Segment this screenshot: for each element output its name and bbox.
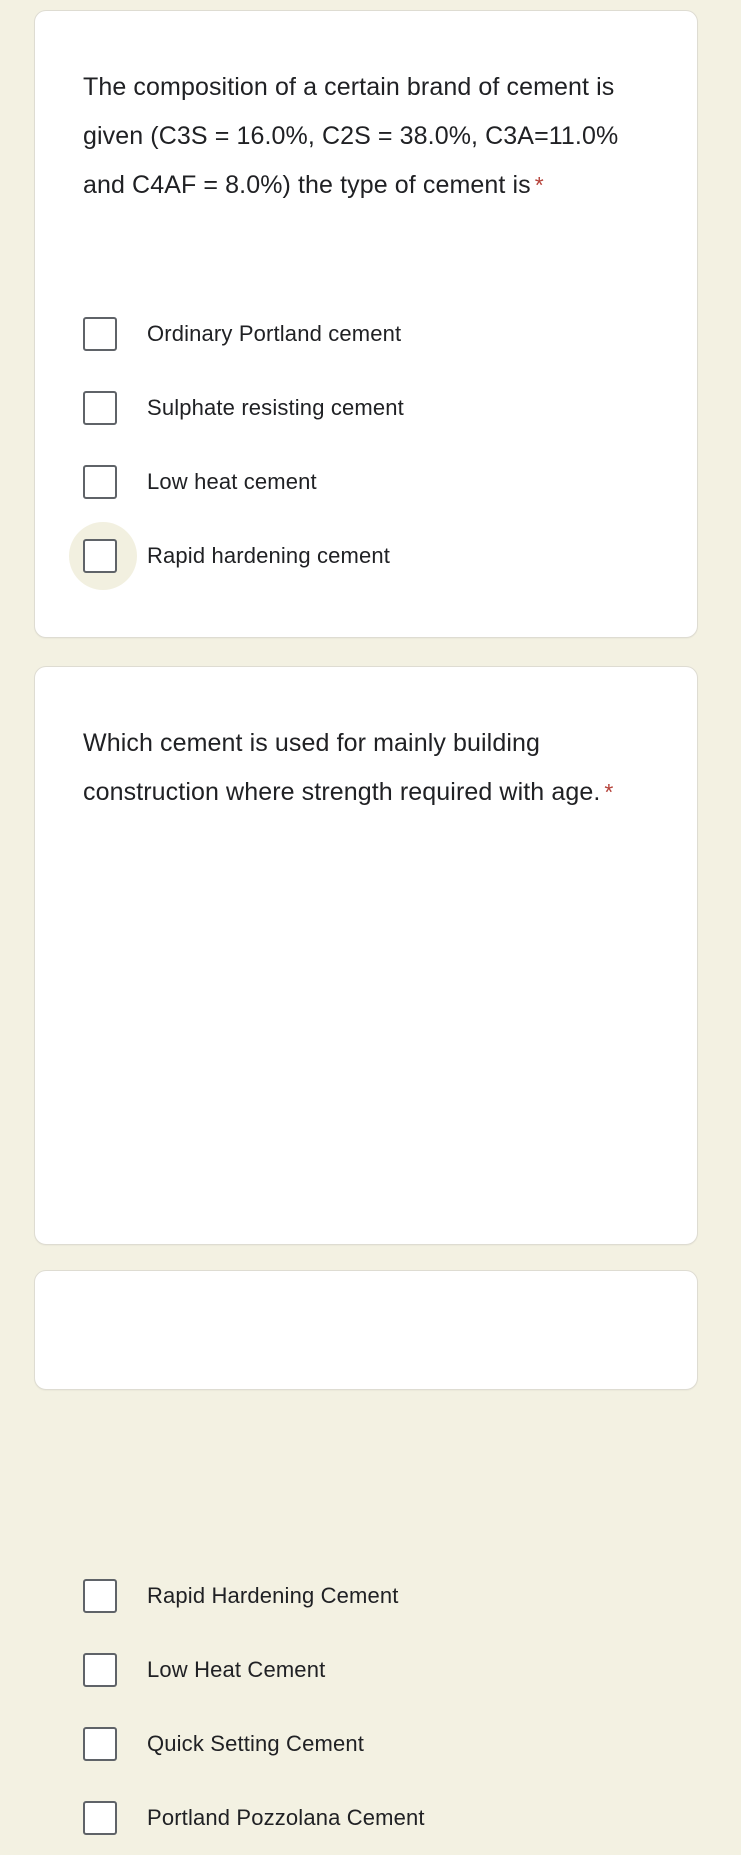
question-1-text: The composition of a certain brand of ce… bbox=[83, 73, 626, 199]
option-row[interactable]: Rapid Hardening Cement bbox=[83, 1559, 683, 1633]
question-2-options: Rapid Hardening Cement Low Heat Cement Q… bbox=[83, 1559, 683, 1855]
form-canvas: The composition of a certain brand of ce… bbox=[0, 0, 741, 1835]
question-card-3 bbox=[34, 1270, 698, 1390]
checkbox-icon[interactable] bbox=[83, 1653, 117, 1687]
question-1-title: The composition of a certain brand of ce… bbox=[83, 63, 653, 210]
option-label: Low Heat Cement bbox=[147, 1657, 326, 1682]
option-row[interactable]: Ordinary Portland cement bbox=[83, 297, 683, 371]
checkbox-icon[interactable] bbox=[83, 317, 117, 351]
question-1-options: Ordinary Portland cement Sulphate resist… bbox=[69, 297, 683, 593]
option-label: Rapid Hardening Cement bbox=[147, 1583, 399, 1608]
option-label: Low heat cement bbox=[147, 469, 317, 494]
checkbox-icon[interactable] bbox=[83, 1727, 117, 1761]
option-label: Ordinary Portland cement bbox=[147, 321, 402, 346]
option-row[interactable]: Rapid hardening cement bbox=[69, 519, 683, 593]
option-label: Portland Pozzolana Cement bbox=[147, 1805, 425, 1830]
checkbox-icon[interactable] bbox=[83, 391, 117, 425]
question-2-title: Which cement is used for mainly building… bbox=[83, 719, 653, 817]
option-row[interactable]: Sulphate resisting cement bbox=[83, 371, 683, 445]
option-row[interactable]: Portland Pozzolana Cement bbox=[83, 1781, 683, 1855]
question-card-1: The composition of a certain brand of ce… bbox=[34, 10, 698, 638]
option-row[interactable]: Low heat cement bbox=[83, 445, 683, 519]
option-label: Quick Setting Cement bbox=[147, 1731, 364, 1756]
checkbox-icon[interactable] bbox=[83, 1801, 117, 1835]
question-card-2: Which cement is used for mainly building… bbox=[34, 666, 698, 1835]
required-asterisk: * bbox=[604, 779, 614, 805]
checkbox-icon[interactable] bbox=[83, 465, 117, 499]
question-2-text: Which cement is used for mainly building… bbox=[83, 729, 601, 806]
required-asterisk: * bbox=[534, 172, 544, 198]
checkbox-icon[interactable] bbox=[83, 1579, 117, 1613]
option-label: Sulphate resisting cement bbox=[147, 395, 404, 420]
option-row[interactable]: Low Heat Cement bbox=[83, 1633, 683, 1707]
option-label: Rapid hardening cement bbox=[147, 543, 391, 568]
option-row[interactable]: Quick Setting Cement bbox=[83, 1707, 683, 1781]
checkbox-icon[interactable] bbox=[83, 539, 117, 573]
